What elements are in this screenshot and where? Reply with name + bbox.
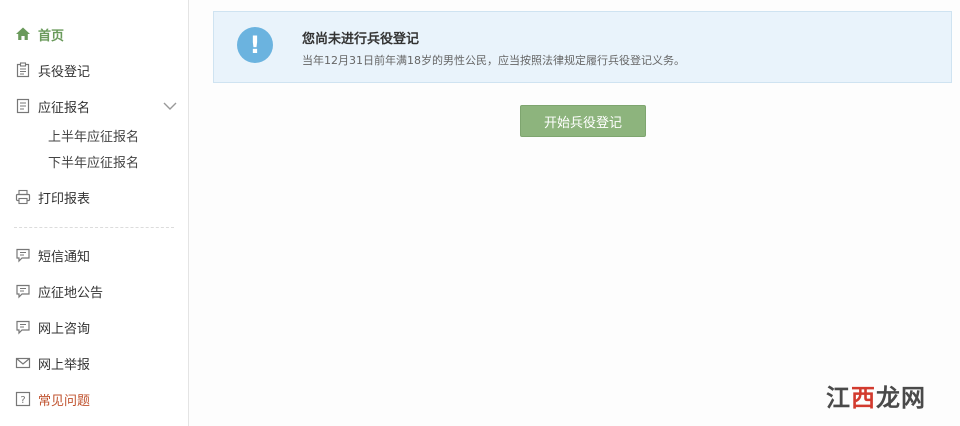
watermark-logo: 江西龙网 bbox=[826, 383, 926, 412]
question-icon: ? bbox=[14, 390, 32, 408]
sidebar-subitem-first-half[interactable]: 上半年应征报名 bbox=[48, 128, 139, 148]
sidebar-item-label: 应征地公告 bbox=[38, 285, 104, 301]
sidebar-item-label: 常见问题 bbox=[38, 393, 91, 409]
sidebar: 首页 兵役登记 应征报名 上半年应征报名 下半年应征报名 打印报表 短信通知 应 bbox=[0, 0, 189, 426]
notice-description: 当年12月31日前年满18岁的男性公民，应当按照法律规定履行兵役登记义务。 bbox=[302, 54, 685, 67]
sidebar-divider bbox=[14, 227, 174, 228]
sidebar-item-online-report[interactable]: 网上举报 bbox=[14, 351, 90, 375]
sidebar-item-military-registration[interactable]: 兵役登记 bbox=[14, 58, 90, 82]
sidebar-item-online-consult[interactable]: 网上咨询 bbox=[14, 315, 90, 339]
sidebar-item-label: 网上咨询 bbox=[38, 321, 91, 337]
sidebar-item-label: 首页 bbox=[38, 28, 65, 44]
sidebar-item-label: 打印报表 bbox=[38, 191, 91, 207]
home-icon bbox=[14, 25, 32, 43]
clipboard-icon bbox=[14, 61, 32, 79]
message-icon bbox=[14, 318, 32, 336]
sidebar-item-label: 应征报名 bbox=[38, 100, 91, 116]
sidebar-item-enlistment-signup[interactable]: 应征报名 bbox=[14, 94, 90, 118]
sidebar-item-sms-notice[interactable]: 短信通知 bbox=[14, 243, 90, 267]
sidebar-subitem-second-half[interactable]: 下半年应征报名 bbox=[48, 154, 139, 174]
exclamation-icon: ! bbox=[237, 27, 273, 63]
registration-notice: ! 您尚未进行兵役登记 当年12月31日前年满18岁的男性公民，应当按照法律规定… bbox=[213, 11, 952, 83]
sidebar-item-local-announcement[interactable]: 应征地公告 bbox=[14, 279, 103, 303]
message-icon bbox=[14, 246, 32, 264]
printer-icon bbox=[14, 188, 32, 206]
message-icon bbox=[14, 282, 32, 300]
sidebar-item-label: 兵役登记 bbox=[38, 64, 91, 80]
sidebar-item-faq[interactable]: ? 常见问题 bbox=[14, 387, 90, 411]
sidebar-item-label: 网上举报 bbox=[38, 357, 91, 373]
svg-text:?: ? bbox=[20, 395, 25, 406]
mail-icon bbox=[14, 354, 32, 372]
notice-title: 您尚未进行兵役登记 bbox=[302, 32, 420, 47]
sidebar-item-label: 短信通知 bbox=[38, 249, 91, 265]
chevron-down-icon[interactable] bbox=[162, 98, 178, 114]
sidebar-item-home[interactable]: 首页 bbox=[14, 22, 64, 46]
start-registration-button[interactable]: 开始兵役登记 bbox=[520, 105, 646, 137]
sidebar-item-print-report[interactable]: 打印报表 bbox=[14, 185, 90, 209]
document-icon bbox=[14, 97, 32, 115]
